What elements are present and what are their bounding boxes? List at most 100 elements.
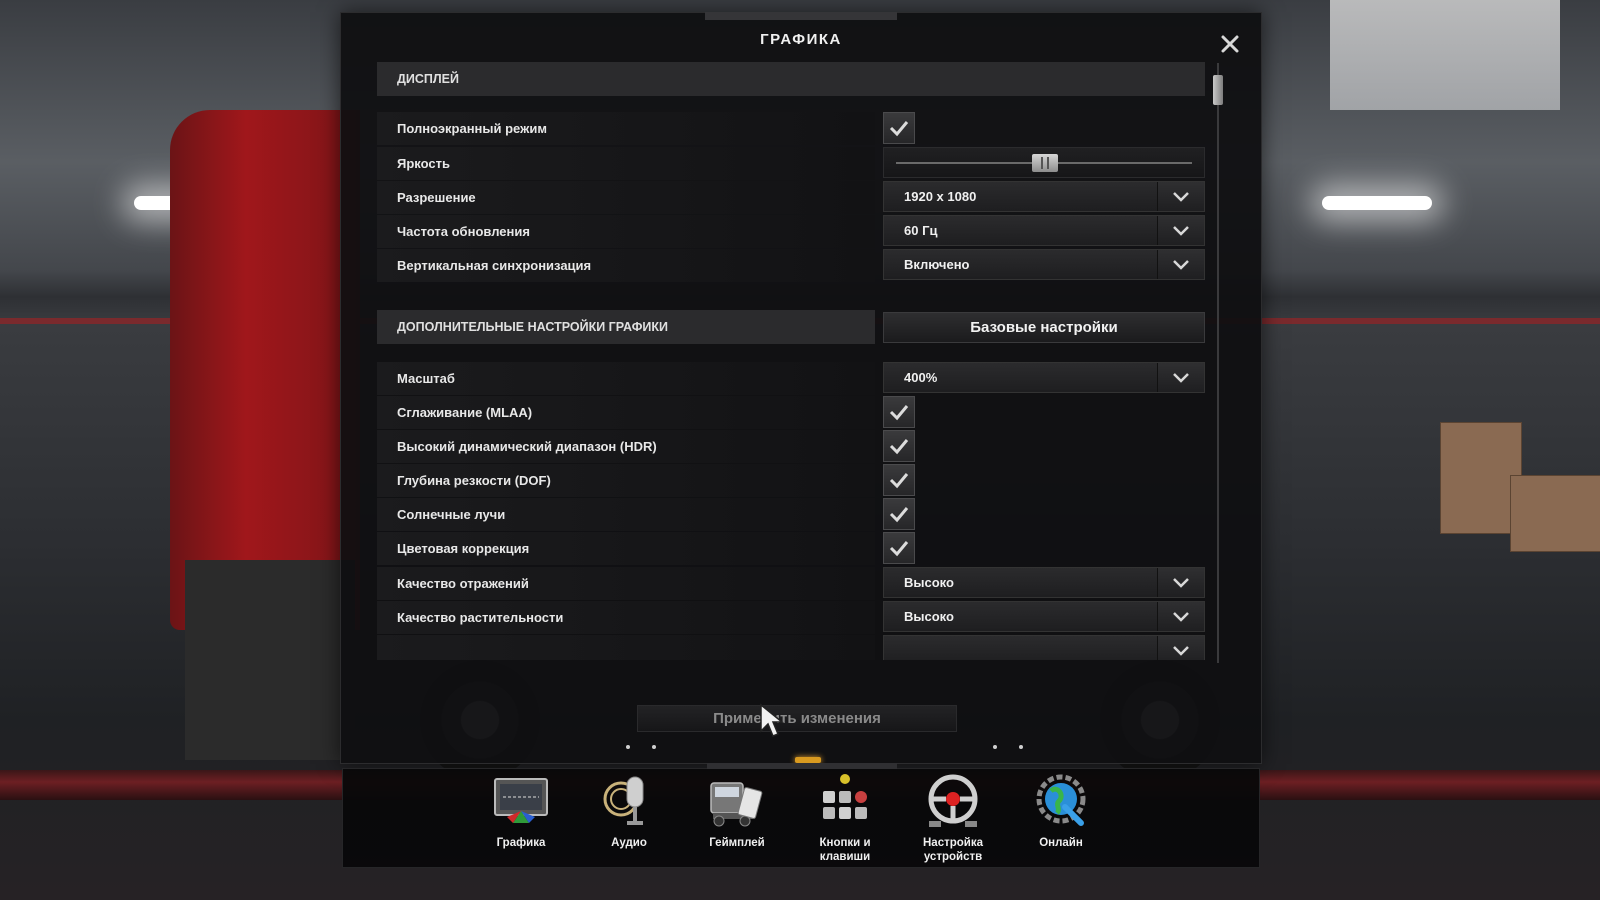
settings-category-bar: Графика Аудио Геймплей Кнопки иклавиши [342, 763, 1260, 868]
setting-row-mlaa: Сглаживание (MLAA) [377, 396, 1205, 429]
checkmark-icon [889, 405, 909, 421]
setting-label: Глубина резкости (DOF) [377, 464, 875, 497]
setting-row-refresh-rate: Частота обновления 60 Гц [377, 215, 1205, 248]
checkmark-icon [889, 439, 909, 455]
checkmark-icon [889, 473, 909, 489]
keyboard-gamepad-icon [823, 774, 867, 819]
setting-label: Полноэкранный режим [377, 112, 875, 145]
dropdown-value: Высоко [904, 609, 954, 624]
dialog-top-grip [705, 12, 897, 20]
hdr-checkbox[interactable] [883, 430, 915, 462]
dropdown-value: 60 Гц [904, 223, 938, 238]
setting-label: Частота обновления [377, 215, 875, 248]
chevron-down-icon [1157, 636, 1204, 660]
chevron-down-icon [1157, 363, 1204, 392]
tab-audio[interactable]: Аудио [579, 773, 679, 865]
dof-checkbox[interactable] [883, 464, 915, 496]
globe-gear-icon [1036, 774, 1086, 826]
brightness-slider[interactable] [883, 147, 1205, 178]
partial-dropdown[interactable] [883, 635, 1205, 660]
apply-changes-button[interactable]: Применить изменения [637, 705, 957, 732]
microphone-icon [603, 776, 644, 825]
checkmark-icon [889, 507, 909, 523]
tab-label: Онлайн [1039, 837, 1083, 849]
setting-label: Масштаб [377, 362, 875, 395]
setting-label: Качество отражений [377, 567, 875, 600]
tab-label: Аудио [611, 837, 647, 849]
setting-row-resolution: Разрешение 1920 x 1080 [377, 181, 1205, 214]
reflections-dropdown[interactable]: Высоко [883, 567, 1205, 598]
setting-row-scale: Масштаб 400% [377, 362, 1205, 395]
setting-label: Сглаживание (MLAA) [377, 396, 875, 429]
vsync-dropdown[interactable]: Включено [883, 249, 1205, 280]
setting-row-hdr: Высокий динамический диапазон (HDR) [377, 430, 1205, 463]
setting-label: Вертикальная синхронизация [377, 249, 875, 282]
tab-label: Настройка устройств [923, 837, 983, 863]
setting-row-reflections: Качество отражений Высоко [377, 567, 1205, 600]
setting-label [377, 635, 875, 660]
tab-devices[interactable]: Настройка устройств [903, 773, 1003, 865]
garage-window [1330, 0, 1560, 110]
dropdown-value [884, 636, 1157, 660]
section-header-advanced: ДОПОЛНИТЕЛЬНЫЕ НАСТРОЙКИ ГРАФИКИ [377, 310, 875, 344]
resolution-dropdown[interactable]: 1920 x 1080 [883, 181, 1205, 212]
vegetation-dropdown[interactable]: Высоко [883, 601, 1205, 632]
setting-label: Солнечные лучи [377, 498, 875, 531]
setting-row-vegetation: Качество растительности Высоко [377, 601, 1205, 634]
section-title: ДОПОЛНИТЕЛЬНЫЕ НАСТРОЙКИ ГРАФИКИ [397, 320, 668, 334]
scrollbar-rail [1217, 63, 1219, 663]
mlaa-checkbox[interactable] [883, 396, 915, 428]
tab-label: Кнопки и клавиши [819, 837, 871, 863]
settings-list[interactable]: ДИСПЛЕЙ Полноэкранный режим Яркость Разр… [377, 62, 1205, 660]
mouse-cursor-icon [760, 703, 785, 737]
slider-handle[interactable] [1032, 154, 1058, 172]
chevron-down-icon [1157, 250, 1204, 279]
truck-cab [170, 110, 360, 630]
setting-row-fullscreen: Полноэкранный режим [377, 112, 1205, 145]
checkmark-icon [889, 541, 909, 557]
setting-label: Разрешение [377, 181, 875, 214]
color-correction-checkbox[interactable] [883, 532, 915, 564]
graphics-settings-dialog: ГРАФИКА ДИСПЛЕЙ Полноэкранный режим Ярко… [340, 12, 1262, 764]
chevron-down-icon [1157, 568, 1204, 597]
dropdown-value: 1920 x 1080 [904, 189, 977, 204]
section-header-display: ДИСПЛЕЙ [377, 62, 1205, 96]
tab-graphics[interactable]: Графика [471, 773, 571, 865]
setting-label: Яркость [377, 147, 875, 180]
chevron-down-icon [1157, 216, 1204, 245]
dropdown-value: 400% [904, 370, 938, 385]
dialog-title: ГРАФИКА [760, 31, 842, 48]
settings-scrollbar[interactable] [1213, 63, 1223, 663]
refresh-rate-dropdown[interactable]: 60 Гц [883, 215, 1205, 246]
tab-online[interactable]: Онлайн [1011, 773, 1111, 865]
tab-label: Геймплей [709, 837, 765, 849]
section-title: ДИСПЛЕЙ [397, 72, 459, 86]
truck-phone-icon [710, 782, 763, 827]
indicator-dot [652, 745, 656, 749]
setting-row-dof: Глубина резкости (DOF) [377, 464, 1205, 497]
setting-row-color-correction: Цветовая коррекция [377, 532, 1205, 565]
sun-rays-checkbox[interactable] [883, 498, 915, 530]
close-button[interactable] [1219, 33, 1241, 55]
indicator-dot [1019, 745, 1023, 749]
chevron-down-icon [1157, 602, 1204, 631]
fullscreen-checkbox[interactable] [883, 112, 915, 144]
scrollbar-thumb[interactable] [1213, 75, 1223, 105]
tabbar-grip [707, 763, 897, 769]
setting-row-partial [377, 635, 1205, 660]
tab-gameplay[interactable]: Геймплей [687, 773, 787, 865]
steering-wheel-icon [928, 774, 978, 827]
dropdown-value: Высоко [904, 575, 954, 590]
setting-label: Качество растительности [377, 601, 875, 634]
chevron-down-icon [1157, 182, 1204, 211]
checkmark-icon [889, 121, 909, 137]
setting-label: Цветовая коррекция [377, 532, 875, 565]
setting-row-sun-rays: Солнечные лучи [377, 498, 1205, 531]
truck-bumper [185, 560, 355, 760]
tab-keys[interactable]: Кнопки и клавиши [795, 773, 895, 865]
setting-label: Высокий динамический диапазон (HDR) [377, 430, 875, 463]
close-icon [1221, 35, 1239, 53]
preset-settings-button[interactable]: Базовые настройки [883, 312, 1205, 343]
indicator-dot [993, 745, 997, 749]
scale-dropdown[interactable]: 400% [883, 362, 1205, 393]
